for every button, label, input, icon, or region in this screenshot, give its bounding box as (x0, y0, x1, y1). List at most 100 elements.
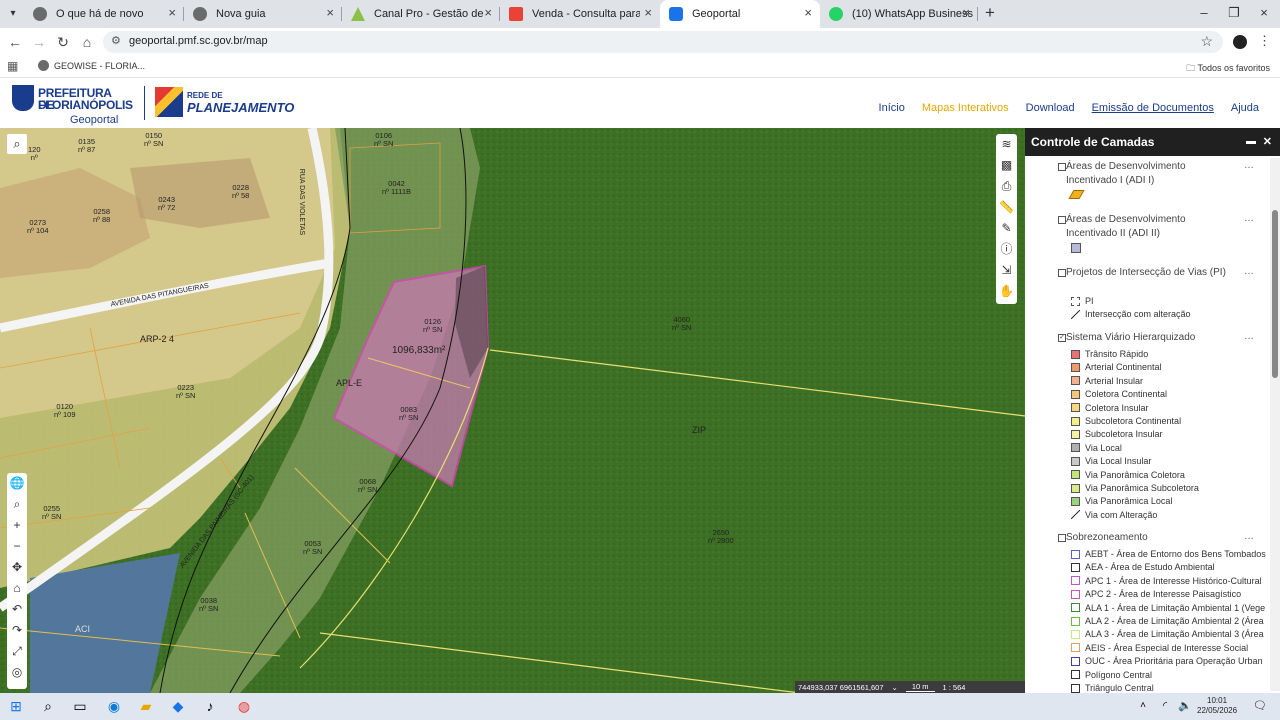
undo-icon[interactable]: ↶ (7, 599, 27, 620)
more-options-icon[interactable]: … (1244, 266, 1254, 277)
volume-icon[interactable]: 🔈 (1175, 696, 1195, 716)
edge-icon[interactable]: ◉ (104, 696, 124, 716)
zoom-in-icon[interactable]: + (7, 515, 27, 536)
canalpro-icon (351, 7, 365, 21)
layer-group-viario[interactable]: ✓ Sistema Viário Hierarquizado (1058, 331, 1246, 345)
more-options-icon[interactable]: … (1244, 213, 1254, 224)
tab-3[interactable]: Venda - Consulta para o imóvel × (500, 0, 660, 28)
location-search-icon[interactable]: ⌕ (7, 494, 27, 515)
checkbox[interactable] (1058, 534, 1066, 542)
close-icon[interactable]: × (644, 5, 652, 20)
site-info-icon[interactable]: ⚙ (111, 34, 121, 47)
parcel-label: 0038 nº SN (199, 596, 219, 613)
clock[interactable]: 10:01 22/05/2026 (1197, 696, 1237, 716)
reload-button[interactable]: ↻ (54, 33, 72, 51)
checkbox-checked[interactable]: ✓ (1058, 334, 1066, 342)
pan-hand-icon[interactable]: ✋ (996, 281, 1017, 302)
forward-button[interactable]: → (30, 33, 48, 51)
close-icon[interactable]: ✕ (1263, 128, 1272, 156)
checkbox[interactable] (1058, 216, 1066, 224)
minimize-icon[interactable]: ▬ (1246, 128, 1256, 156)
nav-mapas[interactable]: Mapas Interativos (922, 102, 1009, 114)
close-icon[interactable]: × (168, 5, 176, 20)
bookmark-star-icon[interactable]: ☆ (1200, 33, 1213, 50)
wifi-icon[interactable]: ◜ (1155, 696, 1175, 716)
chevron-down-icon[interactable]: ⌄ (892, 683, 898, 692)
checkbox[interactable] (1058, 269, 1066, 277)
more-options-icon[interactable]: … (1244, 331, 1254, 342)
close-icon[interactable]: × (326, 5, 334, 20)
layer-group-adi2[interactable]: Áreas de Desenvolvimento Incentivado II … (1058, 213, 1226, 241)
all-favorites[interactable]: 🗀 Todos os favoritos (1186, 61, 1270, 77)
task-view-icon[interactable]: ▭ (70, 696, 90, 716)
legend-swatch (1071, 589, 1080, 599)
new-tab-button[interactable]: + (980, 3, 1000, 23)
fullscreen-icon[interactable]: ⤢ (7, 641, 27, 662)
layer-group-adi1[interactable]: Áreas de Desenvolvimento Incentivado I (… (1058, 160, 1226, 188)
address-bar[interactable]: ⚙ geoportal.pmf.sc.gov.br/map ☆ (103, 31, 1223, 53)
close-icon[interactable]: × (804, 5, 812, 20)
layer-group-sobrezoneamento[interactable]: Sobrezoneamento (1058, 531, 1226, 545)
scroll-thumb[interactable] (1272, 210, 1278, 378)
tiktok-icon[interactable]: ♪ (200, 696, 220, 716)
tab-5[interactable]: (10) WhatsApp Business × (820, 0, 978, 28)
info-icon[interactable]: ⓘ (996, 239, 1017, 260)
ruler-icon[interactable]: 📏 (996, 197, 1017, 218)
file-explorer-icon[interactable]: ▰ (136, 696, 156, 716)
browser-menu-icon[interactable]: ⋮ (1258, 33, 1271, 49)
export-icon[interactable]: ⇲ (996, 260, 1017, 281)
profile-avatar[interactable] (1233, 35, 1247, 49)
redo-icon[interactable]: ↷ (7, 620, 27, 641)
more-options-icon[interactable]: … (1244, 160, 1254, 171)
nav-inicio[interactable]: Início (879, 102, 905, 114)
prefeitura-logo[interactable]: PREFEITURA DE FLORIANÓPOLIS Geoportal (12, 85, 133, 126)
windows-start-icon[interactable]: ⊞ (6, 696, 26, 716)
tab-1[interactable]: Nova guia × (184, 0, 342, 28)
parcel-label: 0243 nº 72 (158, 195, 176, 212)
search-icon[interactable]: ⌕ (38, 696, 58, 716)
store-icon[interactable]: ◆ (168, 696, 188, 716)
home-button[interactable]: ⌂ (78, 33, 96, 51)
close-icon[interactable]: × (962, 5, 970, 20)
print-icon[interactable]: ⎙ (996, 176, 1017, 197)
home-icon[interactable]: ⌂ (7, 578, 27, 599)
map-canvas[interactable]: 1096,833m² 0135 nº 87 0150 nº SN 0106 nº… (0, 128, 1025, 693)
minimize-button[interactable]: – (1189, 3, 1219, 23)
tray-chevron-icon[interactable]: ˄ (1133, 696, 1153, 716)
back-button[interactable]: ← (6, 33, 24, 51)
panel-scrollbar[interactable] (1270, 158, 1280, 691)
legend-item: Subcoletora Continental (1071, 415, 1181, 427)
parcel-label: 0053 nº SN (303, 539, 323, 556)
legend-item: Subcoletora Insular (1071, 428, 1163, 440)
move-icon[interactable]: ✥ (7, 557, 27, 578)
notifications-icon[interactable]: 🗨 (1250, 696, 1270, 716)
checkbox[interactable] (1058, 163, 1066, 171)
apps-grid-icon[interactable]: ▦ (7, 60, 19, 72)
more-options-icon[interactable]: … (1244, 531, 1254, 542)
nav-download[interactable]: Download (1026, 102, 1075, 114)
window-close-button[interactable]: × (1249, 3, 1279, 23)
rede-mark-icon (155, 87, 183, 117)
tab-geoportal[interactable]: Geoportal × (660, 0, 820, 28)
tab-0[interactable]: O que há de novo × (24, 0, 184, 28)
left-toolbar: 🌐 ⌕ + − ✥ ⌂ ↶ ↷ ⤢ ◎ (7, 473, 27, 689)
globe-icon[interactable]: 🌐 (7, 473, 27, 494)
locate-icon[interactable]: ◎ (7, 662, 27, 683)
bookmark-geowise[interactable]: GEOWISE - FLORIA... (38, 60, 145, 71)
map-image (0, 128, 1025, 693)
close-icon[interactable]: × (484, 5, 492, 20)
nav-ajuda[interactable]: Ajuda (1231, 102, 1259, 114)
draw-icon[interactable]: ✎ (996, 218, 1017, 239)
tab-2[interactable]: Canal Pro - Gestão de Anúncios × (342, 0, 500, 28)
rede-planejamento-logo[interactable]: REDE DE PLANEJAMENTO (155, 85, 294, 121)
layer-group-pi[interactable]: Projetos de Intersecção de Vias (PI) (1058, 266, 1226, 280)
search-icon[interactable]: ⌕ (7, 134, 27, 154)
qr-icon[interactable]: ▩ (996, 155, 1017, 176)
tab-search-icon[interactable]: ▾ (4, 5, 22, 23)
layers-icon[interactable]: ≋ (996, 134, 1017, 155)
nav-emissao[interactable]: Emissão de Documentos (1092, 102, 1214, 114)
zone-label: ARP-2 4 (140, 334, 175, 344)
chrome-taskbar-icon[interactable]: ◍ (234, 696, 254, 716)
restore-button[interactable]: ❐ (1219, 3, 1249, 23)
zoom-out-icon[interactable]: − (7, 536, 27, 557)
